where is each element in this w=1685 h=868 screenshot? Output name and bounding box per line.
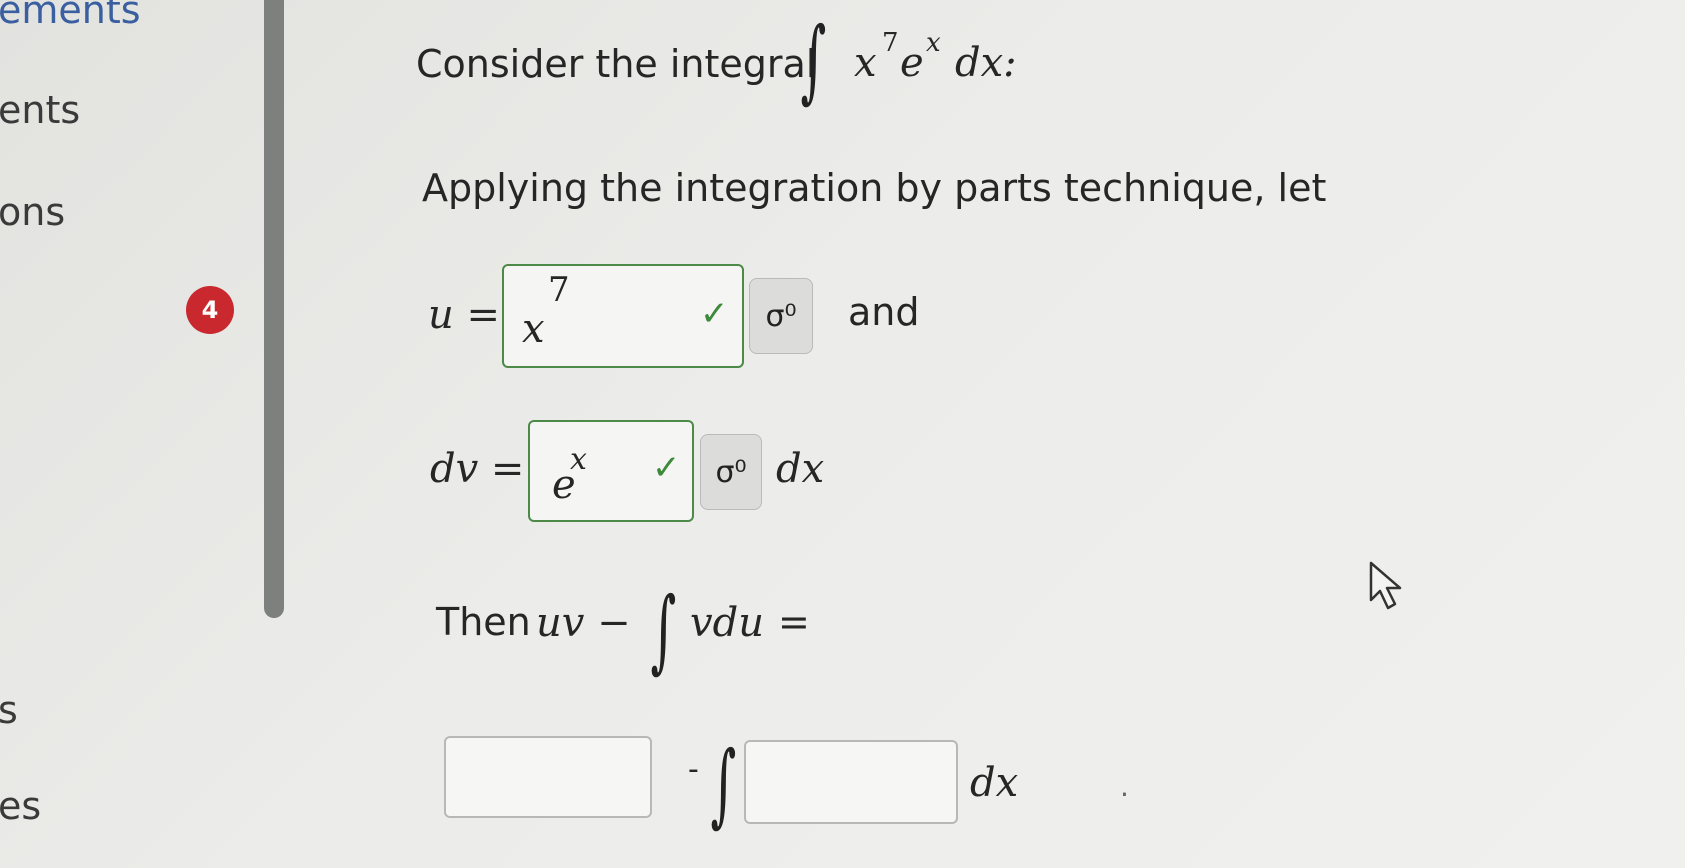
vdu-text: vdu (690, 600, 764, 646)
question-number-badge: 4 (186, 286, 234, 334)
integral-symbol: ∫ (710, 732, 737, 837)
u-check-icon: ✓ (700, 294, 729, 334)
minus-text: - (688, 752, 699, 787)
equals-text: = (778, 600, 810, 644)
dv-label: dv = (430, 446, 525, 492)
intro-text: Consider the integral (416, 42, 817, 86)
and-text: and (848, 290, 920, 334)
sidebar-item-es[interactable]: es (0, 784, 41, 828)
uv-answer-input[interactable] (444, 736, 652, 818)
dv-check-icon: ✓ (652, 448, 681, 488)
u-input[interactable]: x 7 ✓ (502, 264, 744, 368)
sidebar-item-ents[interactable]: ents (0, 88, 80, 132)
integrand-exp: 7 (882, 28, 899, 58)
u-exp: 7 (548, 270, 570, 310)
integral-symbol: ∫ (800, 8, 827, 113)
key-icon: σ⁰ (765, 298, 797, 334)
dv-exp: x (570, 442, 587, 477)
u-label: u = (428, 292, 500, 338)
mouse-cursor-icon (1369, 561, 1402, 610)
scrollbar[interactable] (264, 0, 284, 618)
u-key-button[interactable]: σ⁰ (749, 278, 813, 354)
sidebar: ements ents ons s es (0, 0, 250, 868)
final-dx: dx (970, 760, 1019, 806)
integrand-e: e (900, 40, 924, 86)
u-value: x (522, 306, 545, 352)
integrand-e-exp: x (926, 28, 941, 58)
dv-input[interactable]: e x ✓ (528, 420, 694, 522)
trailing-period: . (1120, 770, 1129, 803)
integral-symbol: ∫ (650, 578, 677, 683)
sidebar-item-elements[interactable]: ements (0, 0, 141, 32)
integral-answer-input[interactable] (744, 740, 958, 824)
key-icon: σ⁰ (715, 454, 747, 490)
dv-dx: dx (776, 446, 825, 492)
applying-text: Applying the integration by parts techni… (422, 166, 1327, 210)
then-text: Then (436, 600, 531, 644)
dv-key-button[interactable]: σ⁰ (700, 434, 762, 510)
sidebar-item-ons[interactable]: ons (0, 190, 65, 234)
integrand-dx: dx: (955, 40, 1017, 86)
integrand-x: x (854, 40, 877, 86)
sidebar-item-s[interactable]: s (0, 688, 18, 732)
uv-minus: uv − (536, 600, 631, 646)
